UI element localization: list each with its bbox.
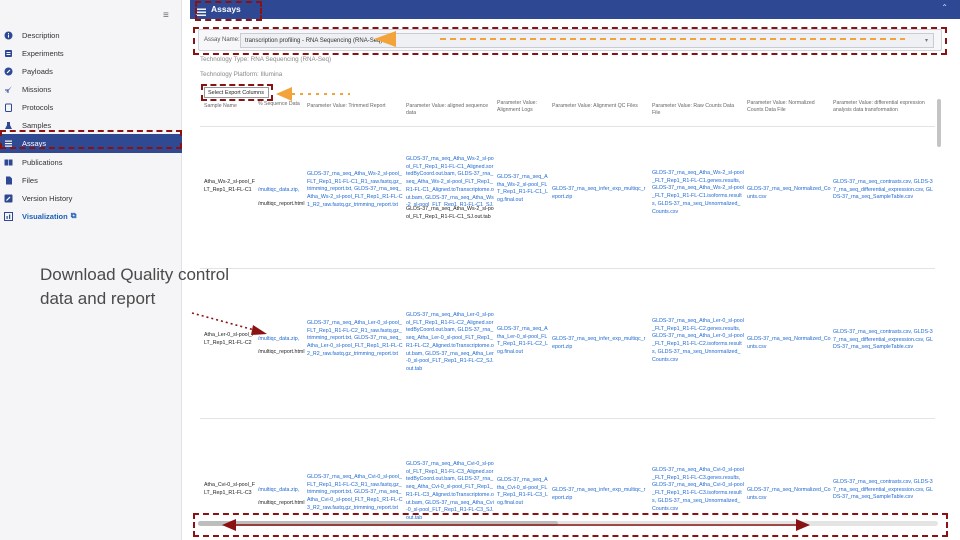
orange-arrow-export xyxy=(276,87,350,101)
dotted-arrow-multiqc xyxy=(191,312,267,335)
double-arrow-scroll xyxy=(222,519,810,531)
orange-arrow-assay xyxy=(374,31,905,47)
annotation-arrows xyxy=(191,31,905,531)
